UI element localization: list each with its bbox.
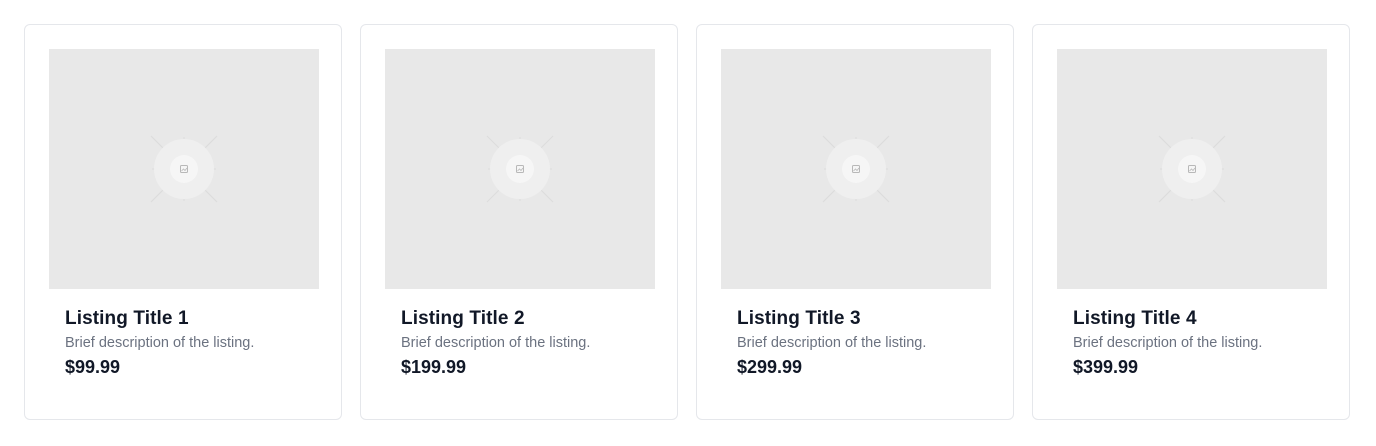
listing-image [49, 49, 319, 289]
listing-price: $199.99 [401, 357, 467, 377]
listing-description: Brief description of the listing. [737, 335, 927, 351]
listing-card[interactable]: Listing Title 1 Brief description of the… [24, 24, 342, 420]
listing-card[interactable]: Listing Title 2 Brief description of the… [360, 24, 678, 420]
listing-description: Brief description of the listing. [401, 335, 591, 351]
image-placeholder-icon [150, 135, 218, 203]
image-placeholder-icon [486, 135, 554, 203]
listing-grid: Listing Title 1 Brief description of the… [0, 0, 1376, 446]
listing-image [385, 49, 655, 289]
listing-price: $299.99 [737, 357, 803, 377]
listing-description: Brief description of the listing. [65, 335, 255, 351]
listing-title[interactable]: Listing Title 2 [401, 308, 525, 330]
image-placeholder-icon [1158, 135, 1226, 203]
image-placeholder-icon [822, 135, 890, 203]
listing-title[interactable]: Listing Title 3 [737, 308, 861, 330]
listing-image [721, 49, 991, 289]
listing-description: Brief description of the listing. [1073, 335, 1263, 351]
listing-title[interactable]: Listing Title 1 [65, 308, 189, 330]
listing-price: $399.99 [1073, 357, 1139, 377]
listing-card[interactable]: Listing Title 4 Brief description of the… [1032, 24, 1350, 420]
listing-price: $99.99 [65, 357, 121, 377]
listing-image [1057, 49, 1327, 289]
listing-card[interactable]: Listing Title 3 Brief description of the… [696, 24, 1014, 420]
listing-title[interactable]: Listing Title 4 [1073, 308, 1197, 330]
